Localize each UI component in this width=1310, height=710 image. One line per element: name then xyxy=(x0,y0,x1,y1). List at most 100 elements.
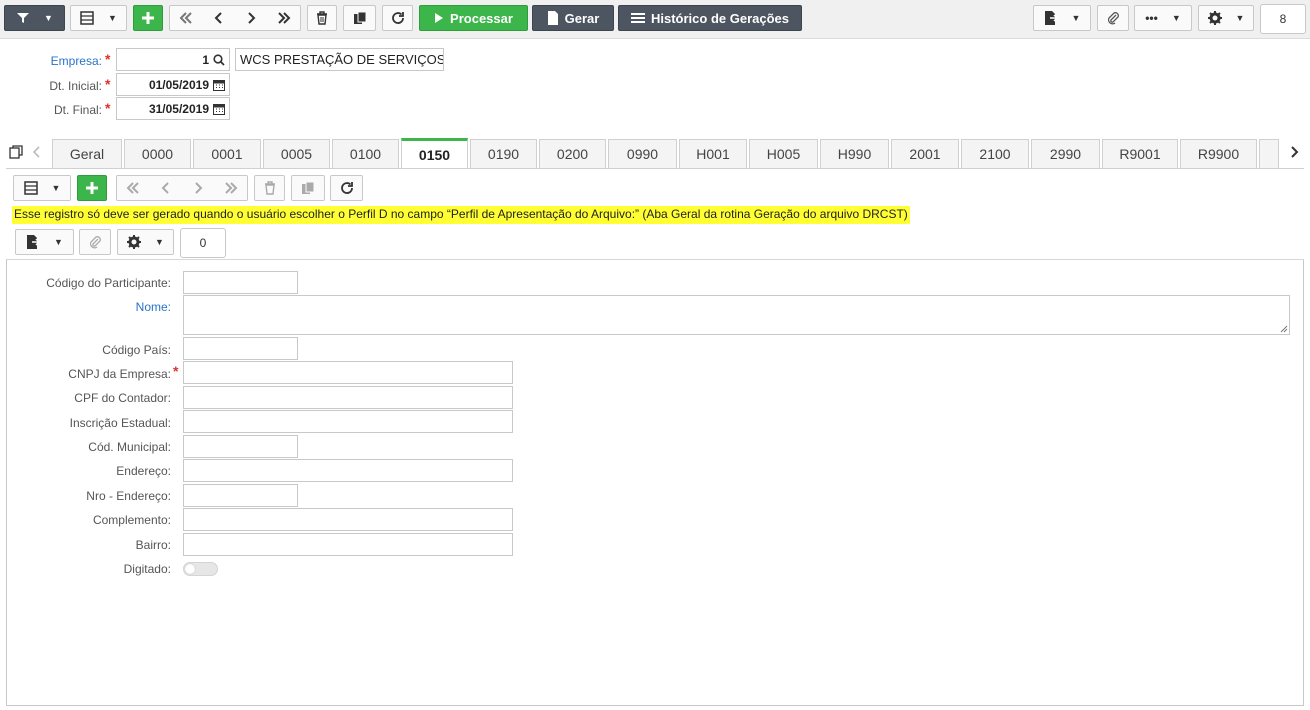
sub-settings-button[interactable]: ▼ xyxy=(117,229,174,255)
first-record-icon[interactable] xyxy=(170,11,203,25)
chevron-down-icon: ▼ xyxy=(51,183,61,193)
tab-0100[interactable]: 0100 xyxy=(332,139,399,168)
attach-button[interactable] xyxy=(1097,5,1129,31)
nro-endereco-label: Nro - Endereço: xyxy=(86,489,171,503)
tab-2001[interactable]: 2001 xyxy=(891,139,959,168)
sub-export-button[interactable]: ▼ xyxy=(15,229,74,255)
tab-panel-border xyxy=(6,168,1304,169)
resize-handle-icon[interactable] xyxy=(1279,324,1288,333)
sub-refresh-button[interactable] xyxy=(330,175,363,201)
digitado-toggle[interactable] xyxy=(183,562,218,576)
tab-r9001[interactable]: R9001 xyxy=(1102,139,1178,168)
tab-h005[interactable]: H005 xyxy=(749,139,818,168)
list-icon xyxy=(631,12,645,24)
processar-button[interactable]: Processar xyxy=(419,5,528,31)
sub-add-button[interactable] xyxy=(77,175,107,201)
toggle-knob xyxy=(185,564,195,574)
endereco-input[interactable] xyxy=(183,459,513,482)
dt-inicial-label: Dt. Inicial: xyxy=(49,79,102,93)
paperclip-icon xyxy=(1106,11,1120,25)
nome-label: Nome: xyxy=(135,300,171,314)
tab-r9900[interactable]: R9900 xyxy=(1180,139,1257,168)
inscricao-estadual-input[interactable] xyxy=(183,410,513,433)
complemento-input[interactable] xyxy=(183,508,513,531)
calendar-icon[interactable] xyxy=(213,79,225,91)
tab-0000[interactable]: 0000 xyxy=(124,139,191,168)
last-record-icon[interactable] xyxy=(215,181,248,195)
calendar-icon[interactable] xyxy=(213,103,225,115)
settings-button[interactable]: ▼ xyxy=(1198,5,1254,31)
tab-geral[interactable]: Geral xyxy=(52,139,122,168)
tab-h990[interactable]: H990 xyxy=(820,139,889,168)
paperclip-icon xyxy=(88,235,102,249)
ellipsis-icon: ••• xyxy=(1145,11,1158,25)
dt-final-input[interactable]: 31/05/2019 xyxy=(116,97,230,120)
previous-record-icon[interactable] xyxy=(150,181,183,195)
tab-0200[interactable]: 0200 xyxy=(539,139,606,168)
tab-0990[interactable]: 0990 xyxy=(608,139,677,168)
cod-municipal-label: Cód. Municipal: xyxy=(88,440,171,454)
record-count-badge: 8 xyxy=(1260,4,1306,34)
empresa-code-input[interactable]: 1 xyxy=(116,48,230,71)
refresh-icon xyxy=(391,11,405,25)
refresh-button[interactable] xyxy=(382,5,413,31)
cnpj-empresa-input[interactable] xyxy=(183,361,513,384)
nome-textarea[interactable] xyxy=(183,295,1290,335)
sub-attach-button[interactable] xyxy=(79,229,111,255)
tab-h001[interactable]: H001 xyxy=(679,139,747,168)
chevron-down-icon: ▼ xyxy=(1071,13,1081,23)
next-record-icon[interactable] xyxy=(182,181,215,195)
copy-button[interactable] xyxy=(343,5,376,31)
tab-0190[interactable]: 0190 xyxy=(470,139,537,168)
sub-copy-button[interactable] xyxy=(291,175,325,201)
sub-grid-view-button[interactable]: ▼ xyxy=(13,175,71,201)
tab-2100[interactable]: 2100 xyxy=(961,139,1029,168)
nro-endereco-input[interactable] xyxy=(183,484,298,507)
refresh-icon xyxy=(340,181,354,195)
previous-record-icon[interactable] xyxy=(203,11,236,25)
cpf-contador-input[interactable] xyxy=(183,386,513,409)
tab-2990[interactable]: 2990 xyxy=(1031,139,1100,168)
filter-button[interactable]: ▼ xyxy=(4,5,65,31)
last-record-icon[interactable] xyxy=(268,11,301,25)
grid-view-button[interactable]: ▼ xyxy=(70,5,127,31)
gerar-button[interactable]: Gerar xyxy=(532,5,614,31)
inscricao-estadual-label: Inscrição Estadual: xyxy=(69,416,171,430)
chevron-down-icon: ▼ xyxy=(155,237,164,247)
sub-delete-button[interactable] xyxy=(254,175,285,201)
export-button[interactable]: ▼ xyxy=(1033,5,1091,31)
more-options-button[interactable]: ••• ▼ xyxy=(1134,5,1192,31)
chevron-left-icon[interactable] xyxy=(32,146,42,158)
delete-button[interactable] xyxy=(307,5,337,31)
chevron-down-icon: ▼ xyxy=(108,13,117,23)
codigo-pais-input[interactable] xyxy=(183,337,298,360)
codigo-participante-label: Código do Participante: xyxy=(46,276,171,290)
bairro-input[interactable] xyxy=(183,533,513,556)
dt-inicial-value: 01/05/2019 xyxy=(148,77,209,92)
tab-overflow[interactable] xyxy=(1259,139,1279,168)
trash-icon xyxy=(315,11,329,25)
processar-label: Processar xyxy=(450,10,513,26)
cod-municipal-input[interactable] xyxy=(183,435,298,458)
tab-0005[interactable]: 0005 xyxy=(263,139,330,168)
historico-label: Histórico de Gerações xyxy=(651,10,789,26)
codigo-participante-input[interactable] xyxy=(183,271,298,294)
required-marker: * xyxy=(105,100,111,116)
add-button[interactable] xyxy=(133,5,163,31)
gear-icon xyxy=(1207,11,1222,25)
first-record-icon[interactable] xyxy=(117,181,150,195)
empresa-code-value: 1 xyxy=(202,52,209,67)
dt-inicial-input[interactable]: 01/05/2019 xyxy=(116,73,230,96)
codigo-pais-label: Código País: xyxy=(102,343,171,357)
tab-0001[interactable]: 0001 xyxy=(193,139,261,168)
search-icon[interactable] xyxy=(213,53,225,66)
historico-button[interactable]: Histórico de Gerações xyxy=(618,5,802,31)
tab-0150[interactable]: 0150 xyxy=(401,138,468,168)
chevron-down-icon: ▼ xyxy=(44,13,53,23)
digitado-label: Digitado: xyxy=(123,562,171,576)
copy-tabs-icon[interactable] xyxy=(9,145,23,159)
copy-icon xyxy=(301,181,315,195)
chevron-right-icon[interactable] xyxy=(1289,146,1299,158)
next-record-icon[interactable] xyxy=(235,11,268,25)
filter-icon xyxy=(16,11,30,25)
